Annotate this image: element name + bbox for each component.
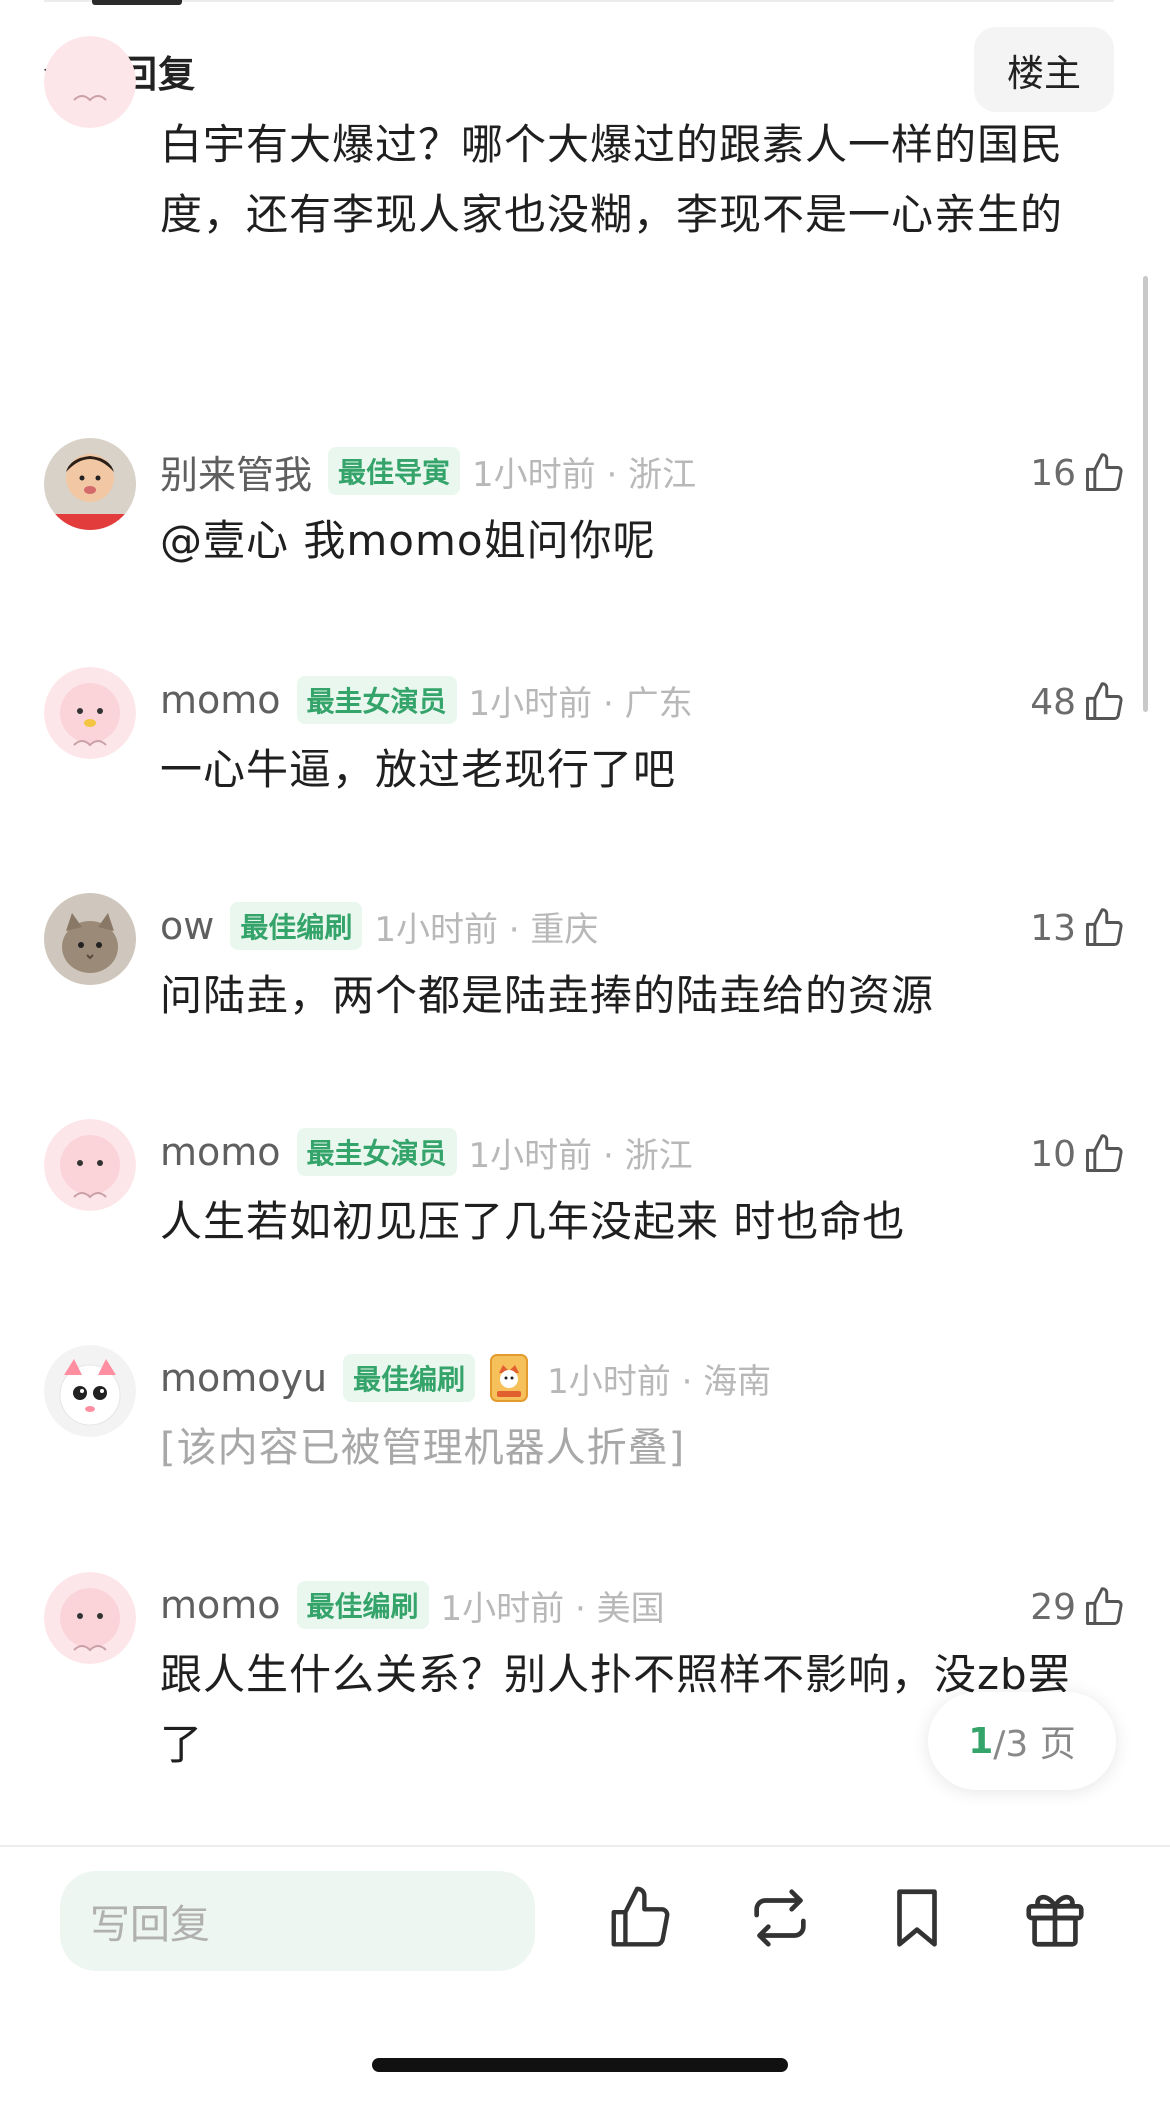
username[interactable]: momo xyxy=(160,678,281,722)
avatar[interactable] xyxy=(44,1345,136,1437)
user-badge: 最佳编刷 xyxy=(230,902,363,950)
top-divider xyxy=(44,0,1114,2)
comment-header: momo 最佳编刷 1小时前 · 美国 xyxy=(160,1580,665,1630)
username[interactable]: ow xyxy=(160,904,214,948)
reply-input[interactable]: 写回复 xyxy=(60,1871,535,1971)
like-button[interactable]: 48 xyxy=(1030,675,1126,729)
avatar[interactable] xyxy=(44,36,136,128)
avatar[interactable] xyxy=(44,667,136,759)
like-count: 48 xyxy=(1030,681,1076,723)
avatar[interactable] xyxy=(44,438,136,530)
avatar[interactable] xyxy=(44,1572,136,1664)
user-badge: 最佳编刷 xyxy=(296,1581,429,1629)
bottom-action-bar: 写回复 xyxy=(0,1845,1170,2112)
comment-meta: 1小时前 · 浙江 xyxy=(468,1135,693,1176)
home-indicator[interactable] xyxy=(372,2058,788,2072)
comment-header: momo 最圭女演员 1小时前 · 浙江 xyxy=(160,1127,693,1177)
like-count: 10 xyxy=(1030,1133,1076,1175)
like-button[interactable]: 16 xyxy=(1030,446,1126,500)
comment-text: 白宇有大爆过？哪个大爆过的跟素人一样的国民度，还有李现人家也没糊，李现不是一心亲… xyxy=(160,120,1064,239)
gift-icon[interactable] xyxy=(1020,1883,1090,1953)
username[interactable]: momo xyxy=(160,1583,281,1627)
user-badge: 最圭女演员 xyxy=(296,676,457,724)
comment-meta: 1小时前 · 重庆 xyxy=(374,909,599,950)
thumbs-up-icon[interactable] xyxy=(605,1883,675,1953)
username[interactable]: momo xyxy=(160,1130,281,1174)
user-badge: 最佳编刷 xyxy=(343,1354,476,1402)
like-button[interactable]: 29 xyxy=(1030,1580,1126,1634)
like-button[interactable]: 10 xyxy=(1030,1127,1126,1181)
comment-header: ow 最佳编刷 1小时前 · 重庆 xyxy=(160,901,598,951)
comment-header: momo 最圭女演员 1小时前 · 广东 xyxy=(160,675,693,725)
fox-medal-icon xyxy=(490,1354,529,1402)
scrollbar[interactable] xyxy=(1143,276,1148,712)
comment-meta: 1小时前 · 浙江 xyxy=(472,454,697,495)
comment-text: 人生若如初见压了几年没起来 时也命也 xyxy=(160,1197,906,1246)
thumbs-up-icon xyxy=(1086,682,1123,720)
user-badge: 最圭女演员 xyxy=(296,1128,457,1176)
comment-meta: 1小时前 · 广东 xyxy=(468,683,693,724)
folded-notice[interactable]: [该内容已被管理机器人折叠] xyxy=(160,1413,1090,1483)
like-button[interactable]: 13 xyxy=(1030,901,1126,955)
active-tab-indicator xyxy=(92,0,182,5)
like-count: 29 xyxy=(1030,1586,1076,1628)
avatar[interactable] xyxy=(44,893,136,985)
username[interactable]: 别来管我 xyxy=(160,444,312,499)
current-page: 1 xyxy=(968,1720,994,1762)
comment-header: 别来管我 最佳导寅 1小时前 · 浙江 xyxy=(160,444,697,499)
avatar[interactable] xyxy=(44,1119,136,1211)
owner-only-button[interactable]: 楼主 xyxy=(974,27,1114,112)
comment-header: momoyu 最佳编刷 1小时前 · 海南 xyxy=(160,1353,771,1403)
comment-text: 一心牛逼，放过老现行了吧 xyxy=(160,745,677,794)
thumbs-up-icon xyxy=(1086,1134,1123,1172)
page-indicator[interactable]: 1 /3 页 xyxy=(928,1692,1116,1790)
like-count: 16 xyxy=(1030,452,1076,494)
user-badge: 最佳导寅 xyxy=(328,447,461,495)
thumbs-up-icon xyxy=(1086,908,1123,946)
repost-icon[interactable] xyxy=(745,1883,815,1953)
username[interactable]: momoyu xyxy=(160,1356,327,1400)
bookmark-icon[interactable] xyxy=(882,1883,952,1953)
like-count: 13 xyxy=(1030,907,1076,949)
thumbs-up-icon xyxy=(1086,1587,1123,1625)
comment-text: 问陆垚，两个都是陆垚捧的陆垚给的资源 xyxy=(160,971,935,1020)
comment-text: @壹心 我momo姐问你呢 xyxy=(160,516,656,565)
page-total: /3 页 xyxy=(993,1724,1076,1765)
thumbs-up-icon xyxy=(1086,453,1123,491)
comment-meta: 1小时前 · 美国 xyxy=(440,1588,665,1629)
comment-meta: 1小时前 · 海南 xyxy=(547,1361,772,1402)
